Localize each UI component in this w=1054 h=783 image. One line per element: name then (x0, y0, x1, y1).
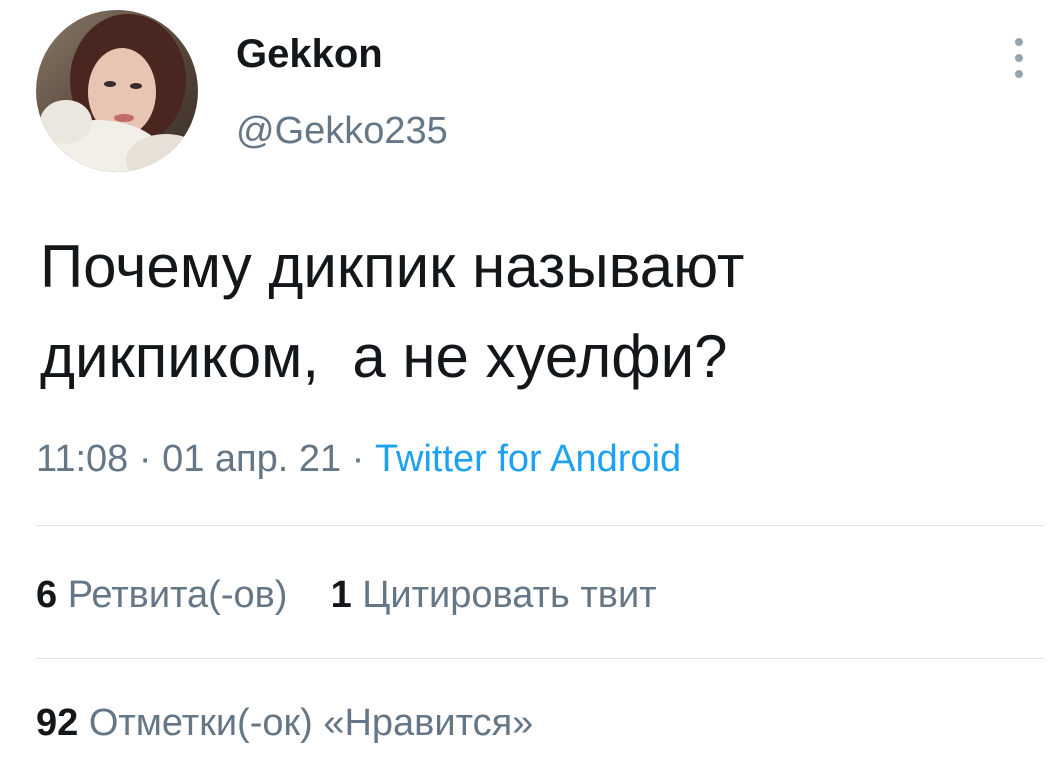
tweet-text: Почему дикпик называют дикпиком, а не хуе… (40, 222, 1030, 402)
meta-separator: · (128, 438, 163, 480)
divider (36, 658, 1044, 659)
likes-count: 92 (36, 702, 79, 744)
retweets-label: Ретвита(-ов) (67, 574, 288, 616)
likes-label: Отметки(-ок) «Нравится» (88, 702, 534, 744)
tweet-time: 11:08 (36, 438, 129, 480)
quotes-label: Цитировать твит (362, 574, 657, 616)
avatar-image (36, 10, 198, 172)
likes-stat[interactable]: 92 Отметки(-ок) «Нравится» (36, 698, 533, 748)
meta-separator: · (341, 438, 375, 480)
stats-row-likes: 92 Отметки(-ок) «Нравится» (36, 698, 533, 748)
tweet-meta: 11:08 · 01 апр. 21 · Twitter for Android (36, 434, 681, 484)
avatar[interactable] (36, 10, 198, 172)
user-handle[interactable]: @Gekko235 (236, 108, 448, 154)
divider (36, 525, 1044, 526)
quotes-stat[interactable]: 1 Цитировать твит (331, 570, 657, 620)
tweet-source-link[interactable]: Twitter for Android (375, 438, 681, 480)
tweet-text-line-2: дикпиком, а не хуелфи? (40, 323, 728, 390)
tweet-text-line-1: Почему дикпик называют (40, 233, 745, 300)
retweets-count: 6 (36, 574, 58, 616)
tweet-date: 01 апр. 21 (162, 438, 342, 480)
retweets-stat[interactable]: 6 Ретвита(-ов) (36, 570, 287, 620)
more-vertical-icon[interactable] (1004, 34, 1034, 82)
stats-row-retweets: 6 Ретвита(-ов) 1 Цитировать твит (36, 570, 657, 620)
display-name[interactable]: Gekkon (236, 30, 383, 78)
quotes-count: 1 (330, 574, 352, 616)
